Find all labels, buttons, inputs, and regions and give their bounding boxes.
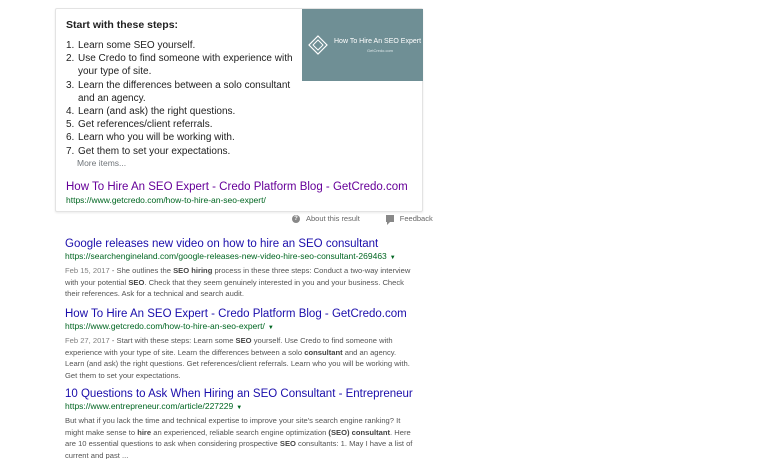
help-icon[interactable]: ? <box>292 214 300 223</box>
snippet-result-url: https://www.getcredo.com/how-to-hire-an-… <box>66 195 266 205</box>
feedback-icon[interactable] <box>385 215 394 225</box>
result-url: https://searchengineland.com/google-rele… <box>65 251 396 261</box>
result-title-link[interactable]: Google releases new video on how to hire… <box>65 237 415 251</box>
credo-logo-icon <box>308 35 328 55</box>
list-item: 3. Learn the differences between a solo c… <box>66 79 291 104</box>
list-item: 2. Use Credo to find someone with experie… <box>66 53 293 78</box>
search-result: 10 Questions to Ask When Hiring an SEO C… <box>65 387 415 459</box>
snippet-heading: Start with these steps: <box>66 19 179 31</box>
steps-list: 1. Learn some SEO yourself. 2. Use Credo t… <box>66 39 296 158</box>
result-snippet: Feb 15, 2017 - She outlines the SEO hiri… <box>65 266 411 298</box>
about-this-result-link[interactable]: About this result <box>306 214 360 223</box>
result-url: https://www.entrepreneur.com/article/227… <box>65 401 243 411</box>
thumbnail-subtitle: GetCredo.com <box>367 48 394 53</box>
url-menu-caret-icon[interactable]: ▼ <box>390 255 396 261</box>
list-item: 1. Learn some SEO yourself. <box>66 40 196 51</box>
snippet-thumbnail[interactable]: How To Hire An SEO Expert GetCredo.com <box>302 9 423 81</box>
more-items-link[interactable]: More items... <box>77 158 126 168</box>
list-item: 4. Learn (and ask) the right questions. <box>66 106 236 118</box>
list-item: 6. Learn who you will be working with. <box>66 132 235 144</box>
featured-snippet: Start with these steps: 1. Learn some SEO… <box>55 8 423 212</box>
result-title-link[interactable]: 10 Questions to Ask When Hiring an SEO C… <box>65 387 415 401</box>
url-menu-caret-icon[interactable]: ▼ <box>268 325 274 331</box>
result-snippet: But what if you lack the time and techni… <box>65 416 413 459</box>
list-item: 7. Get them to set your expectations. <box>66 145 231 157</box>
list-item: 5. Get references/client referrals. <box>66 119 213 131</box>
thumbnail-title: How To Hire An SEO Expert <box>334 38 422 45</box>
result-title-link[interactable]: How To Hire An SEO Expert - Credo Platfo… <box>65 307 415 321</box>
snippet-result-link[interactable]: How To Hire An SEO Expert - Credo Platfo… <box>66 181 408 193</box>
search-result: Google releases new video on how to hire… <box>65 237 415 300</box>
search-result: How To Hire An SEO Expert - Credo Platfo… <box>65 307 415 381</box>
result-snippet: Feb 27, 2017 - Start with these steps: L… <box>65 336 410 380</box>
snippet-feedback-row: ? About this result Feedback <box>292 214 433 225</box>
url-menu-caret-icon[interactable]: ▼ <box>236 405 242 411</box>
result-url: https://www.getcredo.com/how-to-hire-an-… <box>65 321 274 331</box>
feedback-link[interactable]: Feedback <box>400 214 433 223</box>
